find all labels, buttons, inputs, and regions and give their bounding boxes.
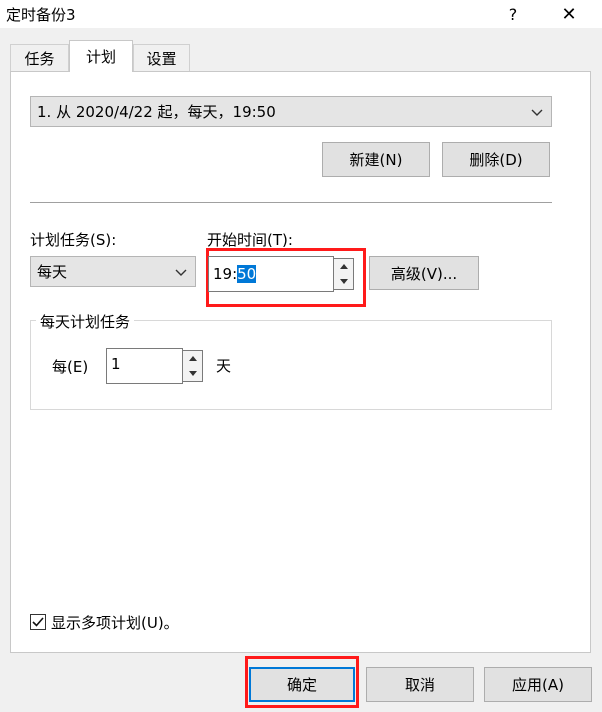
separator: [30, 202, 552, 203]
advanced-button[interactable]: 高级(V)...: [369, 256, 479, 290]
daily-schedule-group-title: 每天计划任务: [36, 311, 135, 332]
spin-down-arrow-icon[interactable]: [183, 366, 202, 381]
tab-schedule[interactable]: 计划: [69, 40, 133, 72]
help-button[interactable]: ?: [490, 0, 536, 28]
spin-down-arrow-icon[interactable]: [334, 274, 353, 289]
schedule-dropdown-value: 1. 从 2020/4/22 起，每天，19:50: [37, 103, 276, 121]
cancel-button[interactable]: 取消: [366, 667, 474, 702]
schedule-dropdown[interactable]: 1. 从 2020/4/22 起，每天，19:50: [30, 96, 552, 127]
window-title: 定时备份3: [6, 6, 76, 24]
delete-button[interactable]: 删除(D): [442, 142, 550, 177]
schedule-task-value: 每天: [37, 263, 68, 281]
every-days-spinner[interactable]: [182, 350, 203, 382]
spin-up-arrow-icon[interactable]: [183, 351, 202, 367]
apply-button[interactable]: 应用(A): [484, 667, 592, 702]
schedule-task-dropdown[interactable]: 每天: [30, 256, 196, 287]
tab-settings[interactable]: 设置: [133, 44, 190, 71]
show-multiple-label[interactable]: 显示多项计划(U)。: [51, 612, 179, 633]
check-icon: [32, 617, 44, 627]
chevron-down-icon: [175, 263, 187, 281]
tab-task[interactable]: 任务: [10, 44, 69, 71]
close-button[interactable]: ✕: [546, 0, 592, 28]
new-button[interactable]: 新建(N): [322, 142, 430, 177]
start-time-hour: 19:: [213, 265, 238, 283]
start-time-minute-selected: 50: [237, 265, 257, 283]
ok-button[interactable]: 确定: [249, 667, 355, 702]
chevron-down-icon: [531, 103, 543, 121]
start-time-input[interactable]: 19: 50: [208, 256, 334, 292]
days-unit-label: 天: [216, 357, 232, 375]
every-label: 每(E): [52, 358, 89, 376]
every-days-input[interactable]: 1: [106, 348, 183, 384]
schedule-task-label: 计划任务(S):: [30, 231, 117, 249]
start-time-label: 开始时间(T):: [207, 231, 293, 249]
start-time-spinner[interactable]: [333, 258, 354, 290]
every-days-value: 1: [111, 355, 121, 373]
show-multiple-checkbox[interactable]: [30, 614, 46, 630]
spin-up-arrow-icon[interactable]: [334, 259, 353, 275]
